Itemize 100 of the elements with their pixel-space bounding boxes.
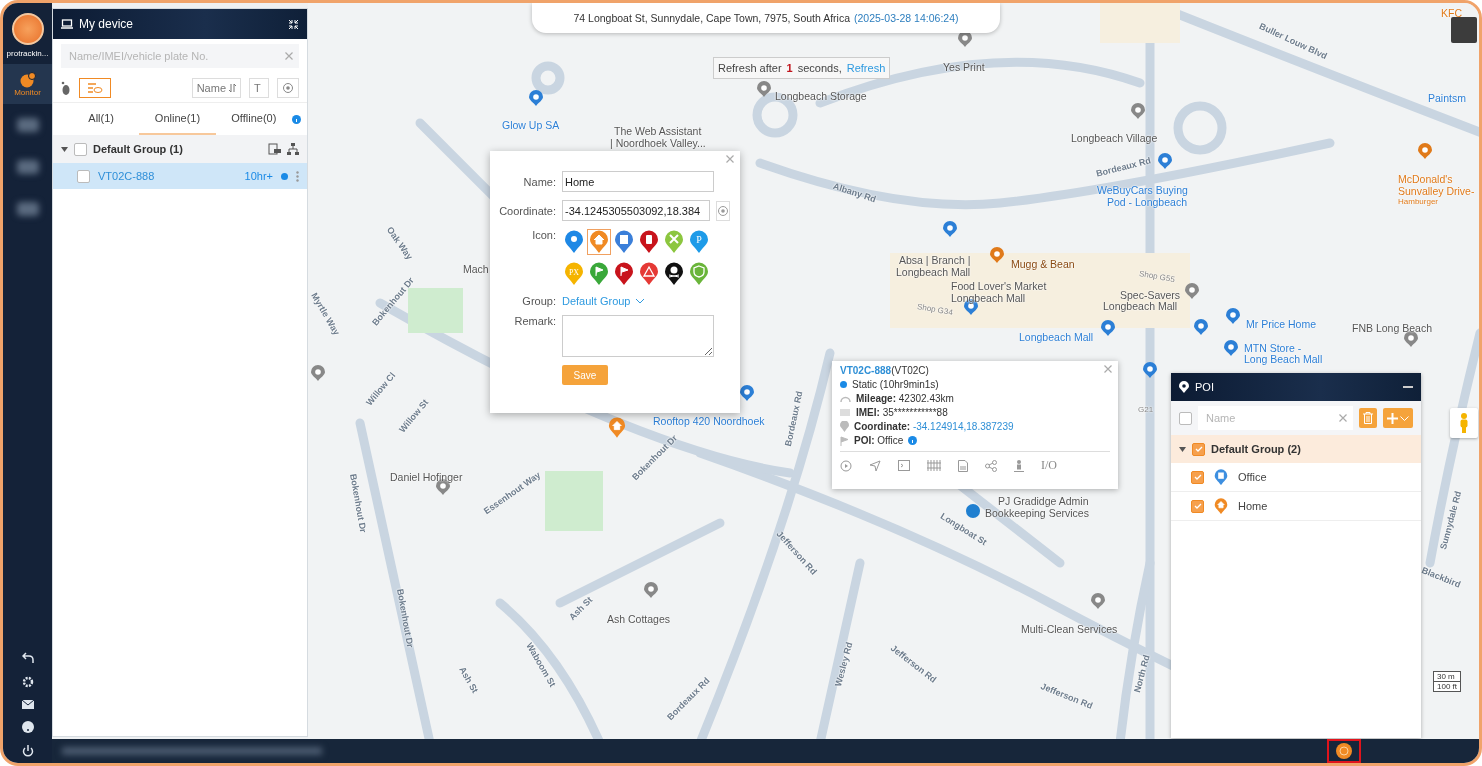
device-row[interactable]: VT02C-888 10hr+	[53, 163, 307, 189]
info-icon[interactable]	[292, 114, 301, 124]
map-pin-icon[interactable]	[990, 247, 1004, 263]
sort-button[interactable]: Name	[191, 77, 241, 98]
field-label: Group:	[521, 295, 556, 307]
place-label: Shop G34	[916, 302, 954, 318]
status-tab[interactable]: Offline(0)	[215, 103, 292, 135]
map-pin-icon[interactable]	[529, 90, 543, 106]
group-checkbox[interactable]	[74, 142, 87, 156]
map-pin-icon[interactable]	[1101, 320, 1115, 336]
map-pin-icon[interactable]	[1224, 340, 1238, 356]
text-toggle-button[interactable]: T	[249, 77, 269, 98]
place-label: PJ Gradidge Admin	[998, 495, 1089, 507]
expand-caret-icon[interactable]	[1179, 446, 1186, 452]
device-title: VT02C-888(VT02C)	[840, 365, 929, 376]
close-icon[interactable]	[285, 52, 293, 60]
device-name: VT02C-888	[98, 170, 156, 182]
place-label: The Web Assistant	[614, 125, 702, 137]
map-pin-icon[interactable]	[1418, 143, 1432, 159]
map-pin-icon[interactable]	[757, 81, 771, 97]
view-toggle-button[interactable]	[79, 77, 111, 98]
map-pin-icon[interactable]	[1404, 331, 1418, 347]
car-list-icon[interactable]	[268, 143, 281, 155]
close-icon[interactable]	[1339, 414, 1347, 422]
refresh-count: 1	[786, 62, 793, 74]
refresh-link[interactable]: Refresh	[846, 62, 886, 74]
map-pin-icon[interactable]	[740, 385, 754, 401]
settings-icon[interactable]	[21, 676, 34, 688]
map-pin-icon[interactable]	[644, 582, 658, 598]
expand-caret-icon[interactable]	[61, 146, 68, 152]
io-button[interactable]: I/O	[1041, 458, 1057, 473]
power-icon[interactable]	[21, 745, 34, 757]
more-icon[interactable]	[296, 170, 299, 182]
select-all-checkbox[interactable]	[1179, 411, 1192, 425]
document-icon[interactable]	[958, 459, 968, 472]
info-icon[interactable]	[908, 436, 918, 445]
field-label: Remark:	[513, 315, 556, 327]
info-text: IMEI: 35***********88	[856, 407, 948, 418]
map-pin-icon[interactable]	[1194, 319, 1208, 335]
locate-button[interactable]	[277, 77, 299, 98]
group-dropdown[interactable]: Default Group	[562, 295, 645, 307]
navigation-icon[interactable]	[869, 459, 881, 472]
remark-field[interactable]	[562, 315, 714, 357]
map-pin-icon[interactable]	[311, 365, 325, 381]
alert-badge-icon[interactable]	[1336, 743, 1352, 759]
locate-button[interactable]	[716, 200, 730, 221]
device-checkbox[interactable]	[77, 169, 90, 183]
group-checkbox[interactable]	[1192, 442, 1205, 456]
search-field[interactable]: Name/IMEI/vehicle plate No.	[61, 44, 299, 68]
map-pin-icon[interactable]	[1131, 103, 1145, 119]
place-label: Longbeach Storage	[775, 90, 867, 102]
place-label: KFC	[1441, 7, 1462, 19]
check-icon	[1194, 446, 1203, 452]
poi-row[interactable]: Office	[1171, 463, 1421, 492]
map-pin-icon[interactable]	[1158, 153, 1172, 169]
chevron-icon	[1400, 415, 1409, 421]
place-label: Multi-Clean Services	[1021, 623, 1118, 635]
monitor-nav-item[interactable]: Monitor	[3, 64, 52, 104]
street-label: Bordeaux Rd	[1095, 155, 1152, 179]
group-name: Default Group (2)	[1211, 443, 1301, 455]
person-icon[interactable]	[1014, 459, 1024, 472]
close-icon[interactable]	[1104, 365, 1112, 373]
add-button[interactable]	[1383, 408, 1413, 428]
place-label: G21	[1138, 405, 1154, 414]
delete-button[interactable]	[1359, 408, 1377, 428]
address-text: 74 Longboat St, Sunnydale, Cape Town, 7975, South Africa	[573, 12, 850, 24]
street-view-button[interactable]	[1450, 408, 1478, 438]
map-pin-icon[interactable]	[1143, 362, 1157, 378]
gauge-icon	[840, 394, 851, 403]
search-field[interactable]: Name	[1198, 406, 1353, 430]
street-label: North Rd	[1132, 653, 1152, 694]
poi-checkbox[interactable]	[1191, 499, 1204, 513]
terminal-icon[interactable]	[898, 460, 910, 471]
input-field[interactable]: -34.1245305503092,18.384	[562, 200, 710, 221]
help-icon[interactable]	[21, 721, 34, 733]
close-icon[interactable]	[726, 155, 734, 163]
map-pin-icon[interactable]	[1226, 308, 1240, 324]
map-pin-icon[interactable]	[943, 221, 957, 237]
share-icon[interactable]	[985, 459, 997, 472]
map-pin-icon[interactable]	[1091, 593, 1105, 609]
status-tab[interactable]: All(1)	[63, 103, 140, 135]
place-label: Spec-Savers	[1120, 289, 1181, 301]
icon-option[interactable]: P	[687, 229, 711, 255]
poi-checkbox[interactable]	[1191, 470, 1204, 484]
place-label: Longbeach Mall	[1019, 331, 1094, 343]
place-label: Yes Print	[943, 61, 985, 73]
barcode-icon[interactable]	[927, 460, 941, 471]
poi-row[interactable]: Home	[1171, 492, 1421, 521]
back-arrow-icon[interactable]	[21, 652, 34, 664]
replay-icon[interactable]	[840, 459, 852, 472]
street-label: Bokenhout Dr	[348, 473, 369, 534]
map-pin-icon[interactable]	[1185, 283, 1199, 299]
collapse-icon[interactable]	[288, 18, 299, 30]
mail-icon[interactable]	[21, 700, 34, 709]
chevron-icon	[636, 298, 645, 304]
poi-name: Office	[1238, 471, 1267, 483]
hierarchy-icon[interactable]	[287, 143, 299, 155]
input-field[interactable]: Home	[562, 171, 714, 192]
flag-icon	[840, 435, 849, 446]
footprint-icon[interactable]	[61, 80, 71, 95]
